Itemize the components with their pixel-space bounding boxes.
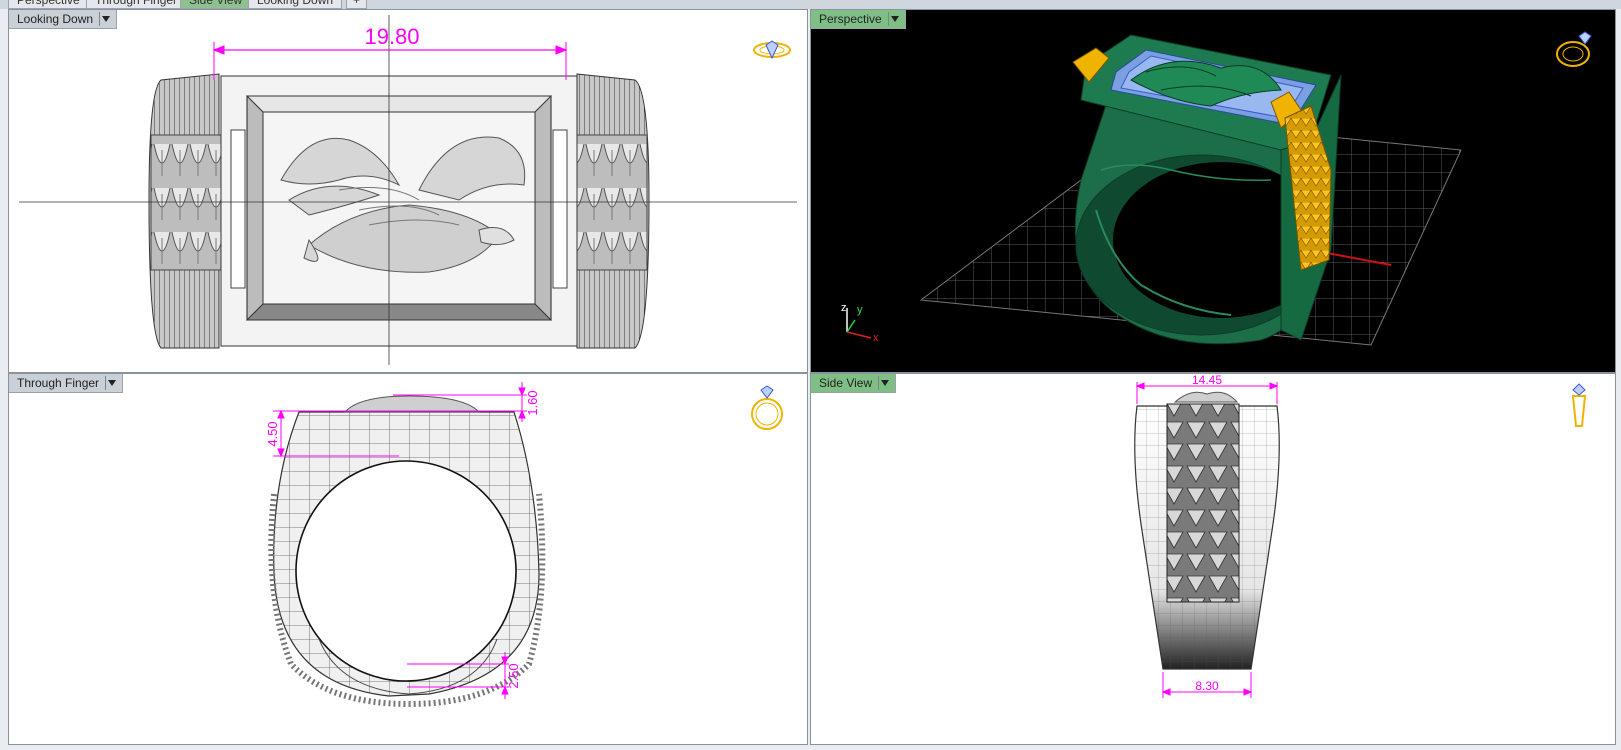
axis-gizmo-icon xyxy=(846,308,872,339)
tab-looking-down[interactable]: Looking Down xyxy=(248,0,343,9)
viewport-label-through-finger[interactable]: Through Finger xyxy=(9,374,124,393)
dropdown-arrow-icon[interactable] xyxy=(887,12,901,26)
dim-bottom-label: 8.30 xyxy=(1195,679,1219,693)
dimension-label: 19.80 xyxy=(364,24,419,49)
dim-left-label: 4.50 xyxy=(265,421,280,446)
dim-top-label: 14.45 xyxy=(1192,374,1222,387)
viewport-tab-strip: Perspective Through Finger Side View Loo… xyxy=(0,0,1621,9)
viewport-title: Perspective xyxy=(819,12,882,26)
tab-perspective[interactable]: Perspective xyxy=(8,0,89,9)
viewport-side-view[interactable]: 14.45 8.30 Side View xyxy=(810,373,1616,745)
viewport-title: Looking Down xyxy=(17,12,94,26)
ring-diamond-icon xyxy=(753,40,791,60)
axis-z-label: z xyxy=(841,302,847,314)
tab-through-finger[interactable]: Through Finger xyxy=(86,0,187,9)
axis-y-label: y xyxy=(857,304,863,316)
dropdown-arrow-icon[interactable] xyxy=(878,376,891,390)
axis-x-label: x xyxy=(873,332,879,344)
viewport-through-finger[interactable]: 1.60 4.50 2.50 Through Finger xyxy=(8,373,808,745)
looking-down-ring-model: 19.80 xyxy=(19,15,797,365)
viewport-title: Through Finger xyxy=(17,376,100,390)
add-tab-button[interactable]: + xyxy=(346,0,368,9)
viewport-looking-down[interactable]: 19.80 Looking Down xyxy=(8,9,808,373)
perspective-ring-model xyxy=(919,34,1462,346)
through-finger-ring-model: 1.60 4.50 2.50 xyxy=(265,382,546,708)
dropdown-arrow-icon[interactable] xyxy=(105,376,118,390)
viewport-label-looking-down[interactable]: Looking Down xyxy=(9,10,118,29)
dropdown-arrow-icon[interactable] xyxy=(99,12,112,26)
dim-top-label: 1.60 xyxy=(525,390,540,415)
viewport-perspective[interactable]: Perspective z y x xyxy=(810,9,1616,373)
ring-diamond-icon xyxy=(751,385,783,430)
dim-bottom-label: 2.50 xyxy=(506,663,521,688)
viewport-label-side-view[interactable]: Side View xyxy=(811,374,897,393)
viewport-title: Side View xyxy=(819,376,873,390)
ring-diamond-icon xyxy=(1571,383,1587,427)
ring-diamond-icon xyxy=(1556,31,1592,67)
tab-side-view[interactable]: Side View xyxy=(180,0,252,9)
side-view-ring-model: 14.45 8.30 xyxy=(1134,374,1280,698)
viewport-label-perspective[interactable]: Perspective xyxy=(811,10,906,29)
